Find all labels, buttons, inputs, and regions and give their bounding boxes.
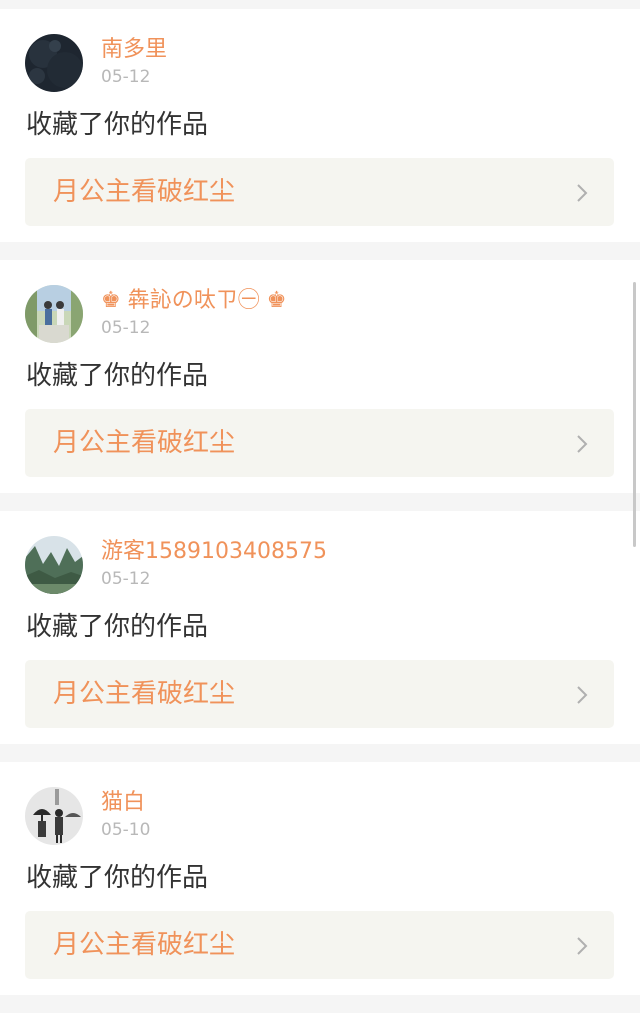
work-link[interactable]: 月公主看破红尘 (25, 660, 614, 728)
action-text: 收藏了你的作品 (26, 110, 209, 140)
username[interactable]: ♚ 犇訫の呔ㄗ㊀ ♚ (101, 288, 286, 314)
action-text: 收藏了你的作品 (26, 863, 209, 893)
scrollbar[interactable] (633, 282, 636, 547)
dark-texture-avatar-icon[interactable] (25, 34, 83, 92)
chevron-right-icon (576, 434, 588, 458)
work-link[interactable]: 月公主看破红尘 (25, 911, 614, 979)
action-text: 收藏了你的作品 (26, 612, 209, 642)
work-title: 月公主看破红尘 (53, 679, 236, 709)
notification-card: 游客1589103408575 05-12 收藏了你的作品 月公主看破红尘 (0, 511, 640, 744)
action-text: 收藏了你的作品 (26, 361, 209, 391)
username[interactable]: 猫白 (101, 790, 145, 816)
timestamp: 05-12 (101, 318, 151, 338)
notification-card: 南多里 05-12 收藏了你的作品 月公主看破红尘 (0, 9, 640, 242)
work-title: 月公主看破红尘 (53, 930, 236, 960)
chevron-right-icon (576, 183, 588, 207)
notification-feed: 南多里 05-12 收藏了你的作品 月公主看破红尘 ♚ 犇訫の呔ㄗ㊀ ♚ 05-… (0, 0, 640, 1013)
timestamp: 05-12 (101, 569, 151, 589)
notification-card: 猫白 05-10 收藏了你的作品 月公主看破红尘 (0, 762, 640, 995)
timestamp: 05-12 (101, 67, 151, 87)
timestamp: 05-10 (101, 820, 151, 840)
mountain-landscape-avatar-icon[interactable] (25, 536, 83, 594)
people-umbrella-avatar-icon[interactable] (25, 787, 83, 845)
username[interactable]: 游客1589103408575 (101, 539, 327, 565)
top-gap (0, 0, 640, 9)
work-title: 月公主看破红尘 (53, 428, 236, 458)
work-link[interactable]: 月公主看破红尘 (25, 409, 614, 477)
work-link[interactable]: 月公主看破红尘 (25, 158, 614, 226)
notification-card: ♚ 犇訫の呔ㄗ㊀ ♚ 05-12 收藏了你的作品 月公主看破红尘 (0, 260, 640, 493)
chevron-right-icon (576, 936, 588, 960)
chevron-right-icon (576, 685, 588, 709)
work-title: 月公主看破红尘 (53, 177, 236, 207)
username[interactable]: 南多里 (101, 37, 167, 63)
couple-photo-avatar-icon[interactable] (25, 285, 83, 343)
